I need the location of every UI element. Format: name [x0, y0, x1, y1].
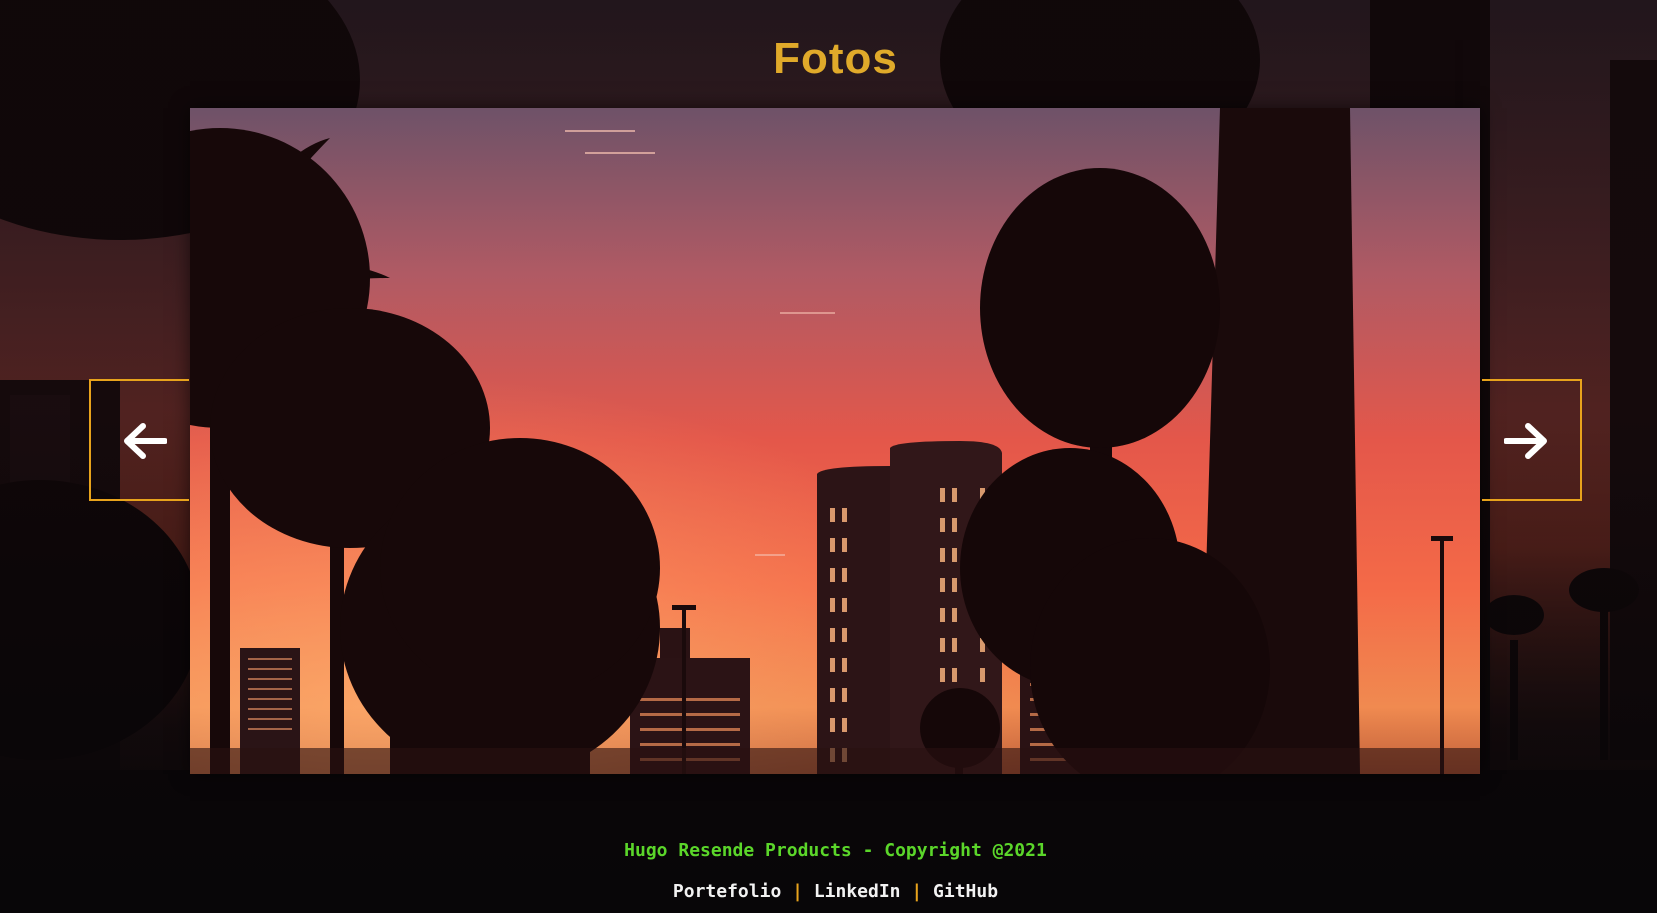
linkedin-link[interactable]: LinkedIn [814, 881, 901, 902]
copyright-text: Hugo Resende Products - Copyright @2021 [624, 840, 1047, 861]
sunset-city-photo [190, 108, 1480, 774]
link-separator: | [792, 881, 803, 902]
footer-links: Portefolio | LinkedIn | GitHub [0, 881, 1657, 903]
previous-photo-button[interactable] [89, 379, 189, 501]
footer: Hugo Resende Products - Copyright @2021 … [0, 840, 1657, 903]
arrow-right-icon [1504, 423, 1547, 459]
link-separator: | [911, 881, 923, 902]
arrow-left-icon [124, 423, 167, 459]
page-title: Fotos [773, 34, 898, 84]
portfolio-link[interactable]: Portefolio [673, 881, 781, 902]
github-link[interactable]: GitHub [933, 881, 998, 902]
gallery-photo [190, 108, 1480, 774]
next-photo-button[interactable] [1482, 379, 1582, 501]
page: Fotos Hugo Resende Products - Copyright … [0, 0, 1657, 913]
